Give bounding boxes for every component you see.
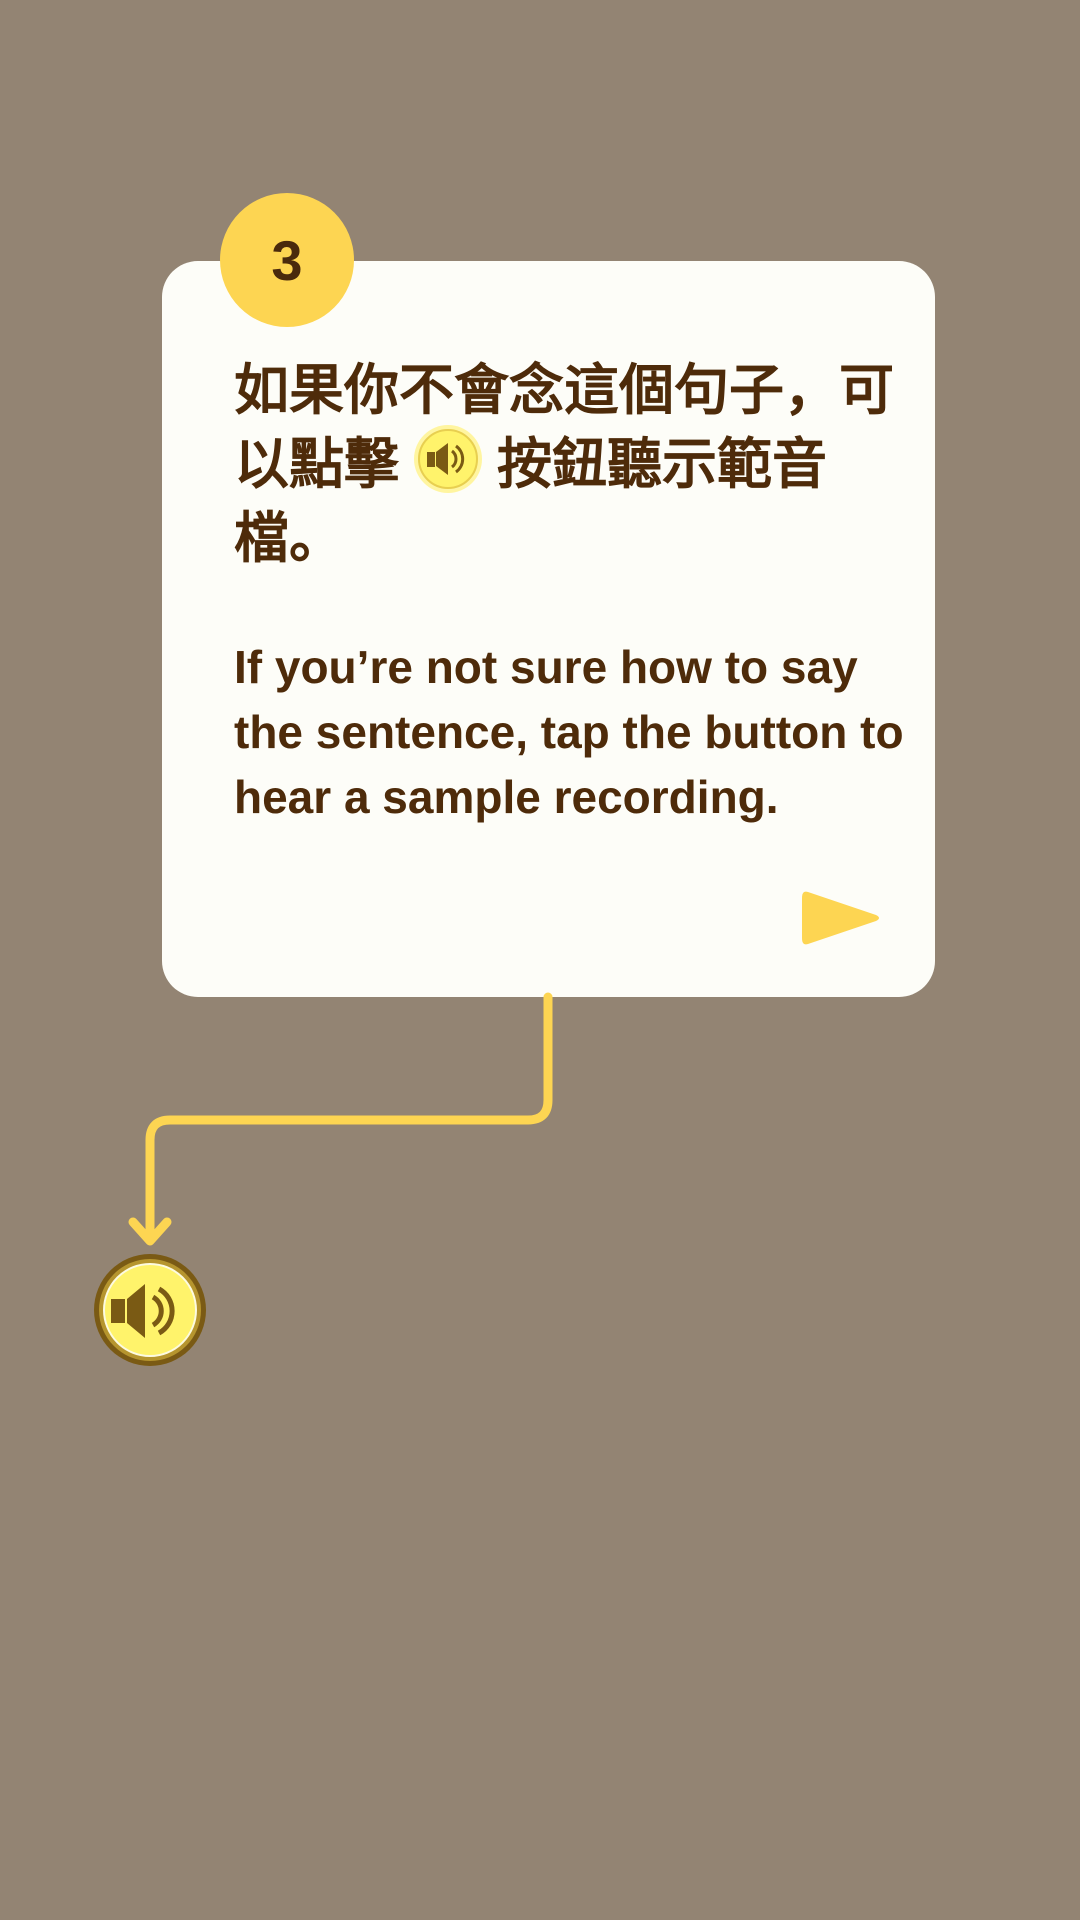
tutorial-card: 如果你不會念這個句子，可以點擊 按鈕聽示範音檔。 If you’re not s… (162, 261, 935, 997)
speaker-icon (413, 424, 483, 494)
play-arrow-icon (802, 891, 879, 945)
speaker-icon (94, 1254, 206, 1366)
instruction-english: If you’re not sure how to say the senten… (234, 641, 904, 823)
audio-sample-button[interactable] (93, 1253, 207, 1367)
step-number-badge: 3 (220, 193, 354, 327)
next-button[interactable] (800, 888, 884, 948)
instruction-chinese: 如果你不會念這個句子，可以點擊 按鈕聽示範音檔。 (234, 353, 894, 575)
